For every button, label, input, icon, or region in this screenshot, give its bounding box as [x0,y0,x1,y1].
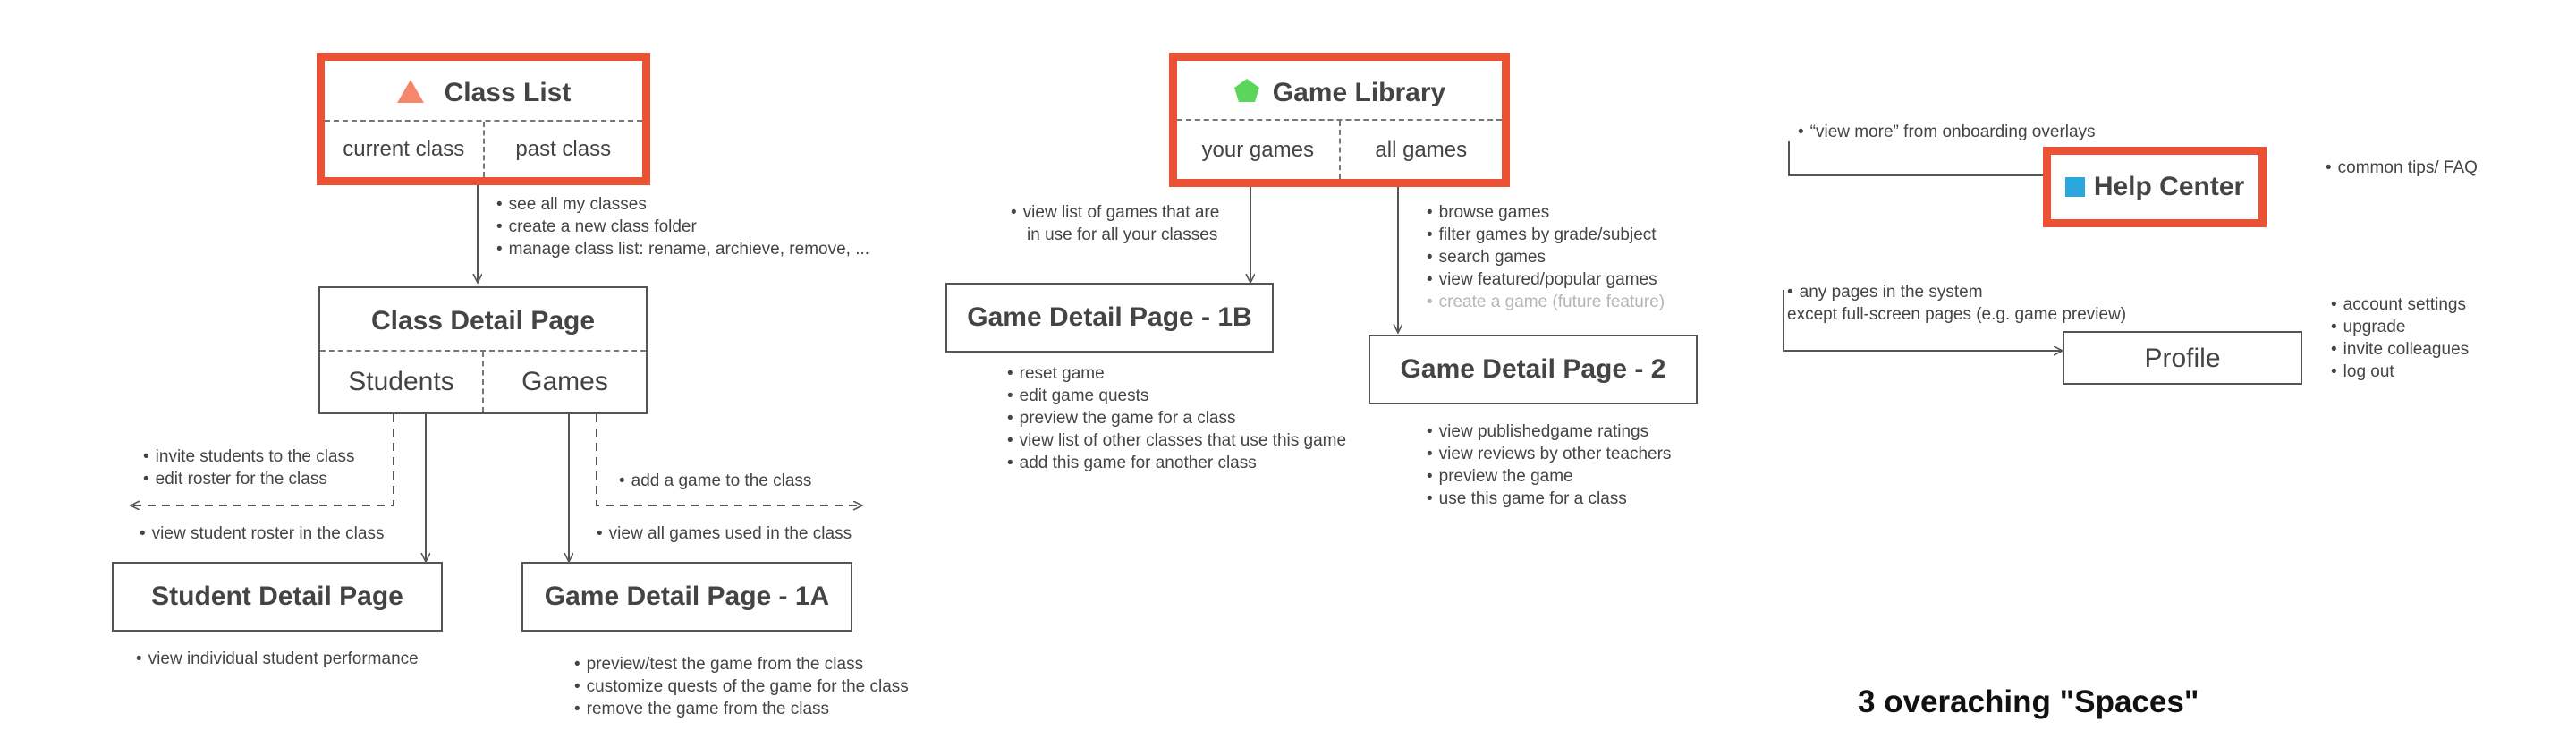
spaces-summary-caption: 3 overaching "Spaces" [1858,684,2199,719]
list-item: edit roster for the class [143,468,355,490]
view-all-games-note: view all games used in the class [597,522,852,545]
game-detail-page-1a[interactable]: Game Detail Page - 1A [521,562,852,632]
list-item: create a new class folder [496,216,869,238]
list-item: invite students to the class [143,446,355,468]
list-item: add a game to the class [619,470,812,492]
tab-games[interactable]: Games [484,352,646,412]
tab-students[interactable]: Students [320,352,484,412]
list-item: preview the game for a class [1007,407,1346,429]
list-item: remove the game from the class [574,698,909,720]
list-item: add this game for another class [1007,452,1346,474]
help-entry-note: “view more” from onboarding overlays [1798,121,2096,143]
list-item: view student roster in the class [140,522,385,545]
list-item: preview the game [1427,465,1671,488]
list-item: manage class list: rename, archieve, rem… [496,238,869,260]
arrow-onboarding-to-helpcenter [1788,141,2054,175]
profile-page[interactable]: Profile [2063,331,2302,385]
profile-entry-note: any pages in the system except full-scre… [1787,281,2126,326]
game-1b-notes: reset game edit game quests preview the … [1007,362,1346,474]
game-detail-page-2[interactable]: Game Detail Page - 2 [1368,335,1698,404]
triangle-icon [396,80,424,103]
list-item: see all my classes [496,193,869,216]
list-item: upgrade [2331,316,2469,338]
student-detail-title: Student Detail Page [151,582,403,611]
all-games-notes: browse games filter games by grade/subje… [1427,201,1665,313]
square-icon [2064,177,2085,197]
list-item: filter games by grade/subject [1427,224,1665,246]
class-list-title: Class List [444,78,572,107]
tab-all-games[interactable]: all games [1341,121,1503,179]
list-item: “view more” from onboarding overlays [1798,121,2096,143]
class-detail-page[interactable]: Class Detail Page Students Games [318,286,648,414]
student-detail-page[interactable]: Student Detail Page [112,562,443,632]
list-item: view all games used in the class [597,522,852,545]
list-item: browse games [1427,201,1665,224]
list-item: log out [2331,361,2469,383]
game-library-space[interactable]: Game Library your games all games [1169,53,1510,187]
list-item: view publishedgame ratings [1427,420,1671,443]
list-item: view featured/popular games [1427,268,1665,291]
tab-current-class[interactable]: current class [325,122,485,177]
profile-title: Profile [2144,344,2221,373]
list-item: in use for all your classes [1027,225,1218,244]
game-library-title: Game Library [1272,78,1446,107]
students-actions: invite students to the class edit roster… [143,446,355,490]
view-roster-note: view student roster in the class [140,522,385,545]
help-center-space[interactable]: Help Center [2043,147,2267,227]
list-item: search games [1427,246,1665,268]
list-item: common tips/ FAQ [2326,157,2478,179]
list-item-future: create a game (future feature) [1427,291,1665,313]
add-game-note: add a game to the class [619,470,812,492]
class-list-actions: see all my classes create a new class fo… [496,193,869,260]
list-item: view individual student performance [136,648,419,670]
game-1a-notes: preview/test the game from the class cus… [574,653,909,720]
list-item: customize quests of the game for the cla… [574,675,909,698]
list-item: use this game for a class [1427,488,1671,510]
list-item: edit game quests [1007,385,1346,407]
student-detail-notes: view individual student performance [136,648,419,670]
list-item: preview/test the game from the class [574,653,909,675]
tab-your-games[interactable]: your games [1177,121,1341,179]
list-item: view list of games that are [1011,201,1220,224]
list-item: account settings [2331,293,2469,316]
list-item: reset game [1007,362,1346,385]
help-center-notes: common tips/ FAQ [2326,157,2478,179]
pentagon-icon [1233,79,1259,102]
list-item: view list of other classes that use this… [1007,429,1346,452]
list-item: except full-screen pages (e.g. game prev… [1787,305,2127,324]
list-item: view reviews by other teachers [1427,443,1672,465]
tab-past-class[interactable]: past class [485,122,643,177]
game-detail-1a-title: Game Detail Page - 1A [544,582,830,611]
game-detail-1b-title: Game Detail Page - 1B [967,302,1252,332]
class-list-space[interactable]: Class List current class past class [317,53,650,185]
game-detail-page-1b[interactable]: Game Detail Page - 1B [945,283,1274,353]
list-item: invite colleagues [2331,338,2469,361]
game-2-notes: view publishedgame ratings view reviews … [1427,420,1672,510]
class-detail-title: Class Detail Page [370,306,596,336]
profile-notes: account settings upgrade invite colleagu… [2331,293,2469,383]
your-games-notes: view list of games that are in use for a… [1011,201,1220,246]
list-item: any pages in the system [1787,281,2126,303]
help-center-title: Help Center [2093,172,2245,201]
game-detail-2-title: Game Detail Page - 2 [1400,354,1666,384]
